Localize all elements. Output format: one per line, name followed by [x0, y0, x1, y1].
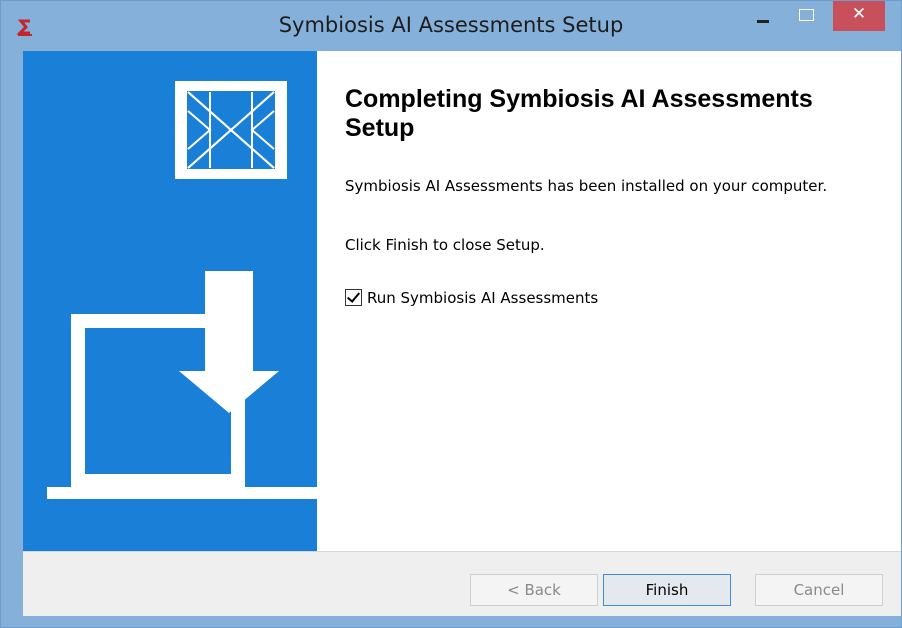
product-logo-icon — [175, 81, 287, 179]
installer-banner — [23, 51, 317, 551]
download-to-laptop-icon — [47, 271, 317, 499]
maximize-button[interactable] — [789, 3, 823, 31]
page-heading: Completing Symbiosis AI Assessments Setu… — [345, 85, 813, 142]
close-button[interactable]: ✕ — [833, 1, 885, 31]
back-button[interactable]: < Back — [470, 574, 598, 606]
cancel-button[interactable]: Cancel — [755, 574, 883, 606]
button-bar: < Back Finish Cancel — [23, 551, 901, 616]
finish-button[interactable]: Finish — [603, 574, 731, 606]
close-icon: ✕ — [851, 4, 867, 24]
install-complete-message: Symbiosis AI Assessments has been instal… — [345, 177, 828, 195]
close-instruction: Click Finish to close Setup. — [345, 236, 545, 254]
run-app-label[interactable]: Run Symbiosis AI Assessments — [367, 288, 598, 308]
content-panel: Completing Symbiosis AI Assessments Setu… — [317, 51, 901, 551]
setup-window: Symbiosis AI Assessments Setup ✕ Complet… — [0, 0, 902, 628]
banner-art — [47, 81, 317, 499]
client-area: Completing Symbiosis AI Assessments Setu… — [23, 51, 901, 616]
minimize-button[interactable] — [746, 3, 780, 31]
title-bar[interactable]: Symbiosis AI Assessments Setup ✕ — [1, 1, 901, 51]
run-app-checkbox[interactable] — [345, 289, 362, 306]
